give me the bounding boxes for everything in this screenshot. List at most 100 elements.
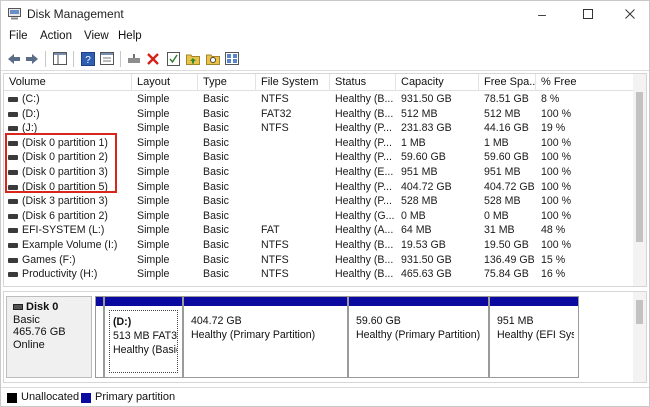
cell-layout: Simple (137, 268, 170, 281)
vertical-scrollbar[interactable] (633, 74, 646, 286)
cell-volume: (Disk 3 partition 3) (22, 195, 108, 208)
column-header-status[interactable]: Status (330, 74, 396, 91)
menu-file[interactable]: File (9, 30, 28, 42)
partition-block-4[interactable]: 59.60 GB Healthy (Primary Partition) (348, 296, 489, 378)
partition-size: 951 MB (497, 315, 534, 327)
cell-fs: NTFS (261, 122, 289, 135)
legend-swatch-unallocated (7, 393, 17, 403)
back-button[interactable] (5, 50, 23, 67)
volume-icon (8, 272, 18, 278)
title-bar: Disk Management – (1, 1, 649, 27)
cell-type: Basic (203, 166, 229, 178)
cell-fs (261, 209, 329, 224)
cell-fs (261, 136, 329, 151)
forward-button[interactable] (23, 50, 41, 67)
column-header-percent-free[interactable]: % Free (536, 74, 634, 91)
table-row[interactable]: EFI-SYSTEM (L:) Simple Basic FAT Healthy (A.… (4, 223, 634, 238)
up-folder-button[interactable] (184, 50, 202, 67)
column-header-free-space[interactable]: Free Spa... (479, 74, 536, 91)
check-button[interactable] (164, 50, 182, 67)
partition-bar (96, 297, 103, 306)
cell-pct: 48 % (541, 224, 566, 237)
properties-button[interactable] (98, 50, 116, 67)
partition-bar (349, 297, 488, 306)
partition-selection: (D:) 513 MB FAT32 Healthy (Basic (109, 310, 178, 373)
cell-fs (261, 165, 329, 180)
column-header-type[interactable]: Type (198, 74, 256, 91)
cell-capacity: 512 MB (401, 107, 438, 120)
cell-type: Basic (203, 195, 229, 208)
cell-layout: Simple (137, 195, 170, 208)
cell-status: Healthy (G... (335, 209, 395, 222)
cell-layout: Simple (137, 166, 170, 178)
volume-icon (8, 213, 18, 219)
find-button[interactable] (204, 50, 222, 67)
scrollbar-thumb[interactable] (636, 300, 643, 324)
close-button[interactable] (607, 1, 650, 27)
column-header-layout[interactable]: Layout (132, 74, 198, 91)
cell-free: 136.49 GB (484, 253, 535, 266)
table-row[interactable]: Productivity (H:) Simple Basic NTFS Healthy … (4, 267, 634, 282)
back-icon (8, 53, 20, 64)
view-button[interactable] (223, 50, 241, 67)
cell-status: Healthy (P... (335, 151, 392, 164)
list-header: Volume Layout Type File System Status Ca… (4, 74, 634, 91)
cell-layout: Simple (137, 151, 170, 164)
scrollbar-thumb[interactable] (636, 92, 643, 242)
cell-status: Healthy (P... (335, 136, 392, 149)
table-row[interactable]: Games (F:) Simple Basic NTFS Healthy (B... 93… (4, 253, 634, 268)
table-row[interactable]: (Disk 3 partition 3) Simple Basic Healthy (… (4, 194, 634, 209)
partition-status: Healthy (EFI Syste (497, 329, 574, 341)
check-icon (166, 51, 180, 66)
menu-action[interactable]: Action (40, 30, 72, 42)
cell-layout: Simple (137, 93, 170, 105)
partition-block-d[interactable]: (D:) 513 MB FAT32 Healthy (Basic (104, 296, 183, 378)
partition-status: Healthy (Primary Partition) (191, 329, 316, 341)
column-header-volume[interactable]: Volume (4, 74, 132, 91)
disk-size: 465.76 GB (13, 326, 66, 338)
cell-status: Healthy (B... (335, 253, 394, 266)
connect-virtual-disk-button[interactable] (125, 50, 143, 67)
disk-0-info[interactable]: Disk 0 Basic 465.76 GB Online (6, 296, 92, 378)
cell-status: Healthy (B... (335, 107, 394, 120)
delete-icon (147, 52, 159, 65)
show-hide-console-tree-button[interactable] (51, 50, 69, 67)
cell-fs: FAT32 (261, 107, 292, 120)
cell-type: Basic (203, 122, 229, 135)
cell-type: Basic (203, 224, 229, 237)
toolbar: ? (1, 47, 649, 71)
table-row[interactable]: Example Volume (I:) Simple Basic NTFS Health… (4, 238, 634, 253)
legend-label-unallocated: Unallocated (21, 391, 80, 403)
partition-block-1[interactable] (95, 296, 104, 378)
cell-status: Healthy (P... (335, 122, 392, 135)
menu-help[interactable]: Help (118, 30, 142, 42)
table-row[interactable]: (Disk 6 partition 2) Simple Basic Healthy (… (4, 209, 634, 224)
cell-status: Healthy (P... (335, 180, 392, 193)
menu-view[interactable]: View (84, 30, 109, 42)
delete-button[interactable] (144, 50, 162, 67)
partition-size: 513 MB FAT32 (113, 330, 177, 342)
legend-bar: Unallocated Primary partition (1, 387, 649, 407)
cell-pct: 100 % (541, 180, 572, 193)
column-header-file-system[interactable]: File System (256, 74, 330, 91)
cell-layout: Simple (137, 122, 170, 135)
help-button[interactable]: ? (79, 50, 97, 67)
graphical-view-scrollbar[interactable] (633, 292, 646, 382)
cell-capacity: 528 MB (401, 195, 438, 208)
cell-layout: Simple (137, 180, 170, 193)
cell-status: Healthy (B... (335, 268, 394, 281)
disk-management-window: Disk Management – File Action View Help … (0, 0, 650, 407)
table-row[interactable]: (D:) Simple Basic FAT32 Healthy (B... 512 MB 5… (4, 107, 634, 122)
cell-type: Basic (203, 107, 229, 120)
minimize-button[interactable]: – (519, 1, 565, 27)
volume-icon (8, 228, 18, 234)
maximize-button[interactable] (565, 1, 611, 27)
volume-icon (8, 199, 18, 205)
partition-size: 59.60 GB (356, 315, 401, 327)
column-header-capacity[interactable]: Capacity (396, 74, 479, 91)
partition-block-3[interactable]: 404.72 GB Healthy (Primary Partition) (183, 296, 348, 378)
table-row[interactable]: (C:) Simple Basic NTFS Healthy (B... 931.50 G… (4, 92, 634, 107)
partition-block-5[interactable]: 951 MB Healthy (EFI Syste (489, 296, 579, 378)
cell-status: Healthy (B... (335, 93, 394, 105)
cell-capacity: 404.72 GB (401, 180, 452, 193)
